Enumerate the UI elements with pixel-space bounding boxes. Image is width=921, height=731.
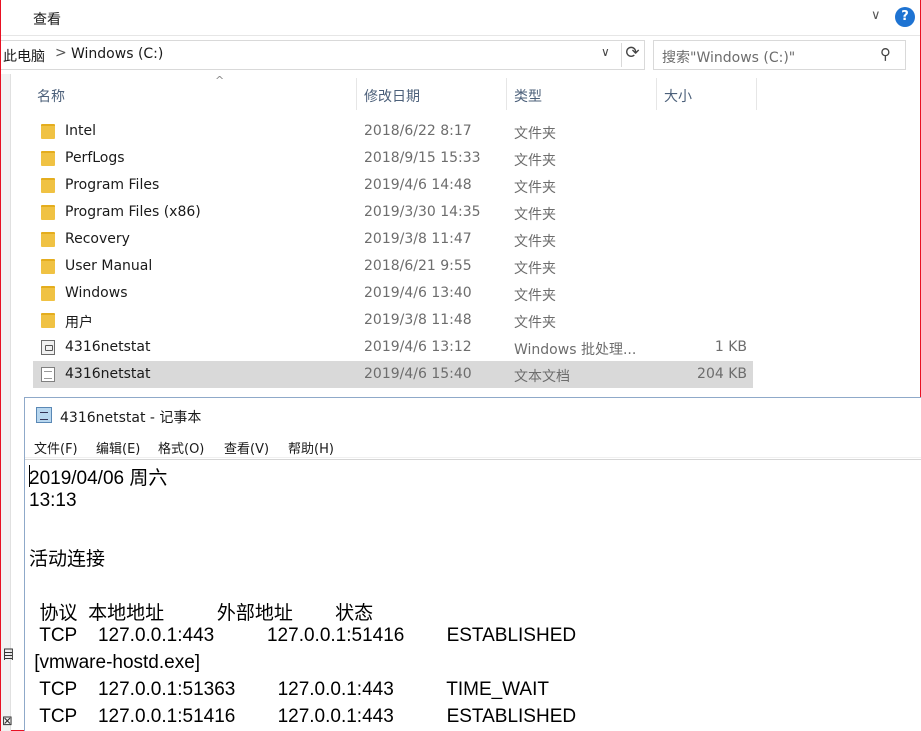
notepad-title: 4316netstat - 记事本	[60, 410, 202, 426]
nav-pane-icon[interactable]: 目	[2, 644, 15, 663]
column-headers: ^ 名称 修改日期 类型 大小	[29, 74, 759, 110]
refresh-icon[interactable]: ⟳	[621, 43, 643, 67]
text-line: 13:13	[29, 490, 77, 511]
file-row[interactable]: Intel 2018/6/22 8:17 文件夹	[33, 118, 753, 145]
folder-icon	[41, 124, 55, 139]
batch-file-icon	[41, 340, 55, 355]
nav-pane-drive-icon[interactable]: ⊠	[2, 714, 13, 729]
search-placeholder: 搜索"Windows (C:)"	[662, 50, 796, 66]
text-line: 协议 本地地址 外部地址 状态	[29, 603, 374, 624]
menu-edit[interactable]: 编辑(E)	[96, 438, 140, 457]
text-line: TCP 127.0.0.1:51416 127.0.0.1:443 ESTABL…	[29, 706, 577, 727]
file-type: 文件夹	[514, 207, 556, 223]
folder-icon	[41, 151, 55, 166]
search-input[interactable]: 搜索"Windows (C:)" ⚲	[653, 40, 906, 70]
folder-icon	[41, 178, 55, 193]
file-row[interactable]: 4316netstat 2019/4/6 13:12 Windows 批处理..…	[33, 334, 753, 361]
file-size: 1 KB	[714, 339, 747, 355]
address-dropdown-icon[interactable]: ∨	[601, 45, 610, 59]
address-row: 此电脑 > Windows (C:) ∨ ⟳ 搜索"Windows (C:)" …	[1, 40, 920, 70]
ribbon-collapse-icon[interactable]: ∨	[871, 8, 887, 26]
file-date: 2019/4/6 13:40	[364, 285, 472, 301]
ribbon-tab-view[interactable]: 查看	[33, 9, 61, 29]
file-date: 2018/6/22 8:17	[364, 123, 472, 139]
notepad-title-bar[interactable]: 4316netstat - 记事本	[25, 398, 921, 432]
file-row[interactable]: User Manual 2018/6/21 9:55 文件夹	[33, 253, 753, 280]
file-name: Intel	[65, 123, 96, 139]
ribbon-bar: 查看 ∨ ?	[1, 0, 920, 36]
file-name: Program Files	[65, 177, 160, 193]
file-list: Intel 2018/6/22 8:17 文件夹 PerfLogs 2018/9…	[33, 118, 753, 388]
folder-icon	[41, 205, 55, 220]
text-line: [vmware-hostd.exe]	[29, 652, 201, 673]
file-date: 2018/9/15 15:33	[364, 150, 481, 166]
breadcrumb-windows-c[interactable]: Windows (C:)	[71, 46, 163, 62]
text-line: 活动连接	[29, 549, 106, 570]
menu-file[interactable]: 文件(F)	[34, 438, 78, 457]
column-header-type[interactable]: 类型	[506, 78, 656, 110]
file-row[interactable]: Program Files 2019/4/6 14:48 文件夹	[33, 172, 753, 199]
file-name: PerfLogs	[65, 150, 125, 166]
menu-view[interactable]: 查看(V)	[224, 438, 269, 457]
file-name: 4316netstat	[65, 339, 151, 355]
file-date: 2018/6/21 9:55	[364, 258, 472, 274]
file-row[interactable]: Program Files (x86) 2019/3/30 14:35 文件夹	[33, 199, 753, 226]
file-name: 用户	[65, 315, 93, 331]
breadcrumb-chevron-icon[interactable]: >	[55, 45, 67, 61]
file-type: Windows 批处理...	[514, 342, 637, 358]
file-type: 文件夹	[514, 288, 556, 304]
file-row[interactable]: Windows 2019/4/6 13:40 文件夹	[33, 280, 753, 307]
notepad-text-area[interactable]: 2019/04/06 周六 13:13 活动连接 协议 本地地址 外部地址 状态…	[25, 459, 921, 731]
column-header-size[interactable]: 大小	[656, 78, 756, 110]
file-type: 文件夹	[514, 153, 556, 169]
file-date: 2019/3/30 14:35	[364, 204, 481, 220]
text-line: TCP 127.0.0.1:443 127.0.0.1:51416 ESTABL…	[29, 625, 577, 646]
file-row-selected[interactable]: 4316netstat 2019/4/6 15:40 文本文档 204 KB	[33, 361, 753, 388]
text-line: TCP 127.0.0.1:51363 127.0.0.1:443 TIME_W…	[29, 679, 549, 700]
folder-icon	[41, 313, 55, 328]
notepad-window: 4316netstat - 记事本 文件(F) 编辑(E) 格式(O) 查看(V…	[24, 397, 921, 731]
file-date: 2019/4/6 15:40	[364, 366, 472, 382]
file-date: 2019/4/6 13:12	[364, 339, 472, 355]
file-name: Windows	[65, 285, 128, 301]
column-header-date[interactable]: 修改日期	[356, 78, 506, 110]
search-icon[interactable]: ⚲	[880, 45, 891, 63]
text-file-icon	[41, 367, 55, 382]
help-icon[interactable]: ?	[895, 7, 915, 27]
file-row[interactable]: Recovery 2019/3/8 11:47 文件夹	[33, 226, 753, 253]
folder-icon	[41, 286, 55, 301]
menu-format[interactable]: 格式(O)	[158, 438, 204, 457]
file-name: User Manual	[65, 258, 153, 274]
file-date: 2019/4/6 14:48	[364, 177, 472, 193]
folder-icon	[41, 259, 55, 274]
folder-icon	[41, 232, 55, 247]
file-type: 文件夹	[514, 126, 556, 142]
column-divider[interactable]	[756, 78, 757, 110]
column-header-name[interactable]: 名称	[29, 78, 356, 110]
file-type: 文本文档	[514, 369, 570, 385]
file-date: 2019/3/8 11:47	[364, 231, 472, 247]
file-row[interactable]: 用户 2019/3/8 11:48 文件夹	[33, 307, 753, 334]
file-type: 文件夹	[514, 180, 556, 196]
file-size: 204 KB	[697, 366, 747, 382]
menu-help[interactable]: 帮助(H)	[288, 438, 334, 457]
file-name: Program Files (x86)	[65, 204, 201, 220]
file-row[interactable]: PerfLogs 2018/9/15 15:33 文件夹	[33, 145, 753, 172]
text-line: 2019/04/06 周六	[29, 468, 168, 489]
address-bar[interactable]: 此电脑 > Windows (C:) ∨ ⟳	[1, 40, 645, 70]
file-name: 4316netstat	[65, 366, 151, 382]
file-date: 2019/3/8 11:48	[364, 312, 472, 328]
file-type: 文件夹	[514, 261, 556, 277]
notepad-menu-bar: 文件(F) 编辑(E) 格式(O) 查看(V) 帮助(H)	[25, 434, 921, 458]
file-type: 文件夹	[514, 234, 556, 250]
file-name: Recovery	[65, 231, 130, 247]
file-type: 文件夹	[514, 315, 556, 331]
breadcrumb-this-pc[interactable]: 此电脑	[3, 46, 45, 66]
notepad-app-icon[interactable]	[36, 407, 52, 423]
navigation-pane[interactable]: 目 ⊠	[1, 74, 15, 731]
